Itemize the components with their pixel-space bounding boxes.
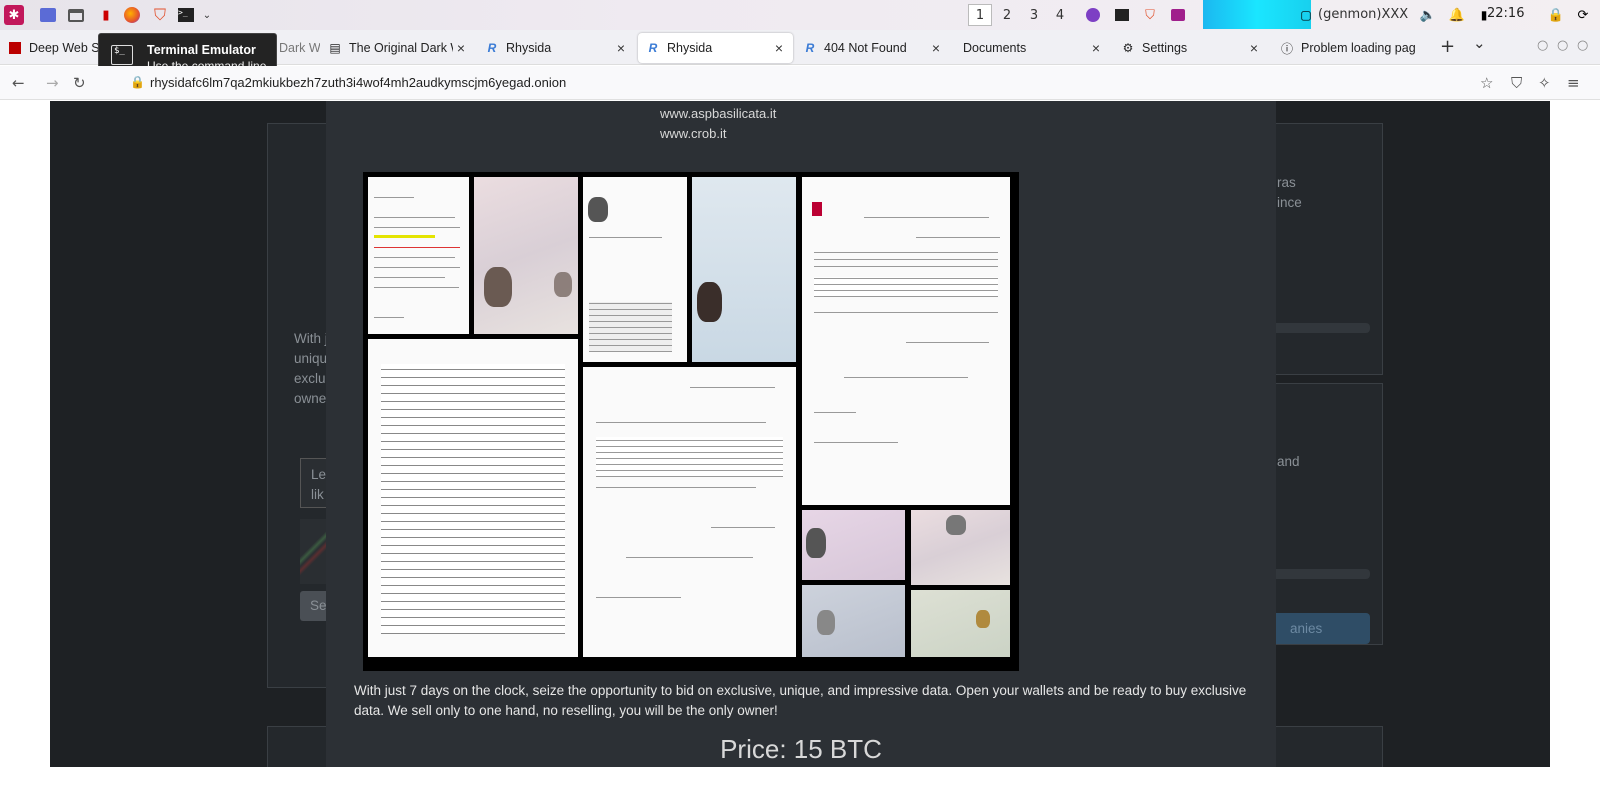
shield-icon[interactable]: ⛉ — [1511, 74, 1522, 92]
tab-original-dark-w[interactable]: ▤ The Original Dark W × — [320, 33, 475, 63]
tab-documents[interactable]: Documents × — [955, 33, 1110, 63]
rhysida-icon: R — [487, 41, 497, 55]
leak-description: With just 7 days on the clock, seize the… — [354, 683, 1247, 718]
app-menu-icon[interactable]: ✱ — [4, 5, 24, 25]
tab-label: 404 Not Found — [824, 41, 907, 55]
leaked-letter-image — [583, 367, 796, 657]
background-input-text: Le lik — [311, 467, 327, 502]
app-window-icon[interactable] — [1168, 5, 1188, 25]
leaked-documents-collage[interactable] — [363, 172, 1019, 671]
red-square-icon — [8, 41, 22, 55]
chevron-down-icon[interactable]: ⌄ — [1473, 34, 1486, 52]
tab-label: Settings — [1142, 41, 1188, 55]
page-viewport: With j uniqu exclu owne Le lik Se ras ince an… — [50, 101, 1550, 767]
terminal-icon[interactable]: >_ — [176, 5, 196, 25]
leaked-passport-image — [911, 590, 1010, 657]
background-text-right-2: and — [1277, 454, 1300, 469]
leaked-passport-image — [692, 177, 796, 362]
background-text-right-1: ras ince — [1277, 175, 1302, 210]
back-icon[interactable]: ← — [12, 74, 25, 92]
reload-icon[interactable]: ↻ — [73, 74, 86, 92]
system-panel: ✱ ▮ ⛉ >_ ⌄ 1 2 3 4 ⛉ ▢ (genmon)XXX 🔈 🔔 ▮… — [0, 0, 1600, 30]
tab-label: Documents — [963, 41, 1027, 55]
background-companies-button: anies — [1270, 613, 1370, 644]
close-icon[interactable]: × — [928, 40, 944, 56]
close-icon[interactable]: × — [613, 40, 629, 56]
close-icon[interactable]: × — [1246, 40, 1262, 56]
tab-label: Problem loading pag — [1301, 41, 1416, 55]
tab-label: Rhysida — [506, 41, 552, 55]
workspace-2[interactable]: 2 — [995, 4, 1019, 26]
workspace-4[interactable]: 4 — [1048, 4, 1072, 26]
extensions-icon[interactable]: ✧ — [1538, 74, 1551, 92]
site-lock-icon[interactable]: 🔒 — [130, 75, 145, 89]
power-icon[interactable]: ⟳ — [1573, 5, 1593, 25]
leaked-letter-image — [368, 177, 469, 334]
victim-link-1[interactable]: www.aspbasilicata.it — [660, 106, 776, 121]
tab-rhysida-active[interactable]: R Rhysida × — [638, 33, 793, 63]
terminal-icon: $_ — [111, 45, 133, 65]
brave-window-icon[interactable]: ⛉ — [1140, 5, 1160, 25]
leaked-table-form-image — [368, 339, 578, 657]
tab-settings[interactable]: ⚙ Settings × — [1113, 33, 1268, 63]
lock-icon[interactable]: 🔒 — [1546, 5, 1566, 25]
leaked-form-image — [802, 177, 1010, 505]
minimize-icon[interactable]: ○ — [1537, 38, 1548, 53]
window-icon: ▢ — [1300, 8, 1312, 22]
background-text-left: With j uniqu exclu owne — [294, 331, 328, 406]
tooltip-title: Terminal Emulator — [147, 43, 256, 57]
tab-404[interactable]: R 404 Not Found × — [795, 33, 950, 63]
leak-price: Price: 15 BTC — [720, 734, 882, 764]
new-tab-icon[interactable]: + — [1440, 36, 1455, 57]
maximize-icon[interactable]: ○ — [1557, 38, 1568, 53]
tor-icon[interactable] — [1083, 5, 1103, 25]
leaked-passport-image — [802, 585, 905, 657]
document-icon[interactable]: ▮ — [96, 5, 116, 25]
bookmark-star-icon[interactable]: ☆ — [1480, 74, 1493, 92]
workspace-3[interactable]: 3 — [1022, 4, 1046, 26]
close-icon[interactable]: × — [771, 40, 787, 56]
page-icon: ▤ — [329, 41, 341, 55]
rhysida-icon: R — [648, 41, 658, 55]
workspace-1[interactable]: 1 — [968, 4, 992, 26]
navigation-bar: ← → ↻ 🔒 rhysidafc6lm7qa2mkiukbezh7zuth3i… — [0, 66, 1600, 100]
desktop-icon[interactable] — [38, 5, 58, 25]
chevron-down-icon[interactable]: ⌄ — [197, 5, 217, 25]
genmon-label: (genmon)XXX — [1318, 7, 1409, 22]
brave-icon[interactable]: ⛉ — [150, 5, 170, 25]
leaked-passport-image — [474, 177, 578, 334]
rhysida-icon: R — [805, 41, 815, 55]
close-icon[interactable]: × — [453, 40, 469, 56]
tab-rhysida-1[interactable]: R Rhysida × — [477, 33, 635, 63]
firefox-icon[interactable] — [122, 5, 142, 25]
close-icon[interactable]: × — [1088, 40, 1104, 56]
victim-link-2[interactable]: www.crob.it — [660, 126, 726, 141]
clock[interactable]: 22:16 — [1487, 6, 1524, 21]
leak-modal: www.aspbasilicata.it www.crob.it With ju… — [326, 101, 1276, 767]
info-icon: ⓘ — [1280, 41, 1293, 56]
files-icon[interactable] — [66, 5, 86, 25]
tab-label: Rhysida — [667, 41, 713, 55]
volume-icon[interactable]: 🔈 — [1418, 5, 1438, 25]
terminal-window-icon[interactable] — [1112, 5, 1132, 25]
forward-icon[interactable]: → — [46, 74, 59, 92]
notification-bell-icon[interactable]: 🔔 — [1447, 5, 1467, 25]
gear-icon: ⚙ — [1122, 41, 1134, 55]
leaked-passport-image — [911, 510, 1010, 585]
leaked-id-card-image — [802, 510, 905, 580]
tab-label: The Original Dark W — [349, 41, 453, 55]
close-window-icon[interactable]: ○ — [1577, 38, 1588, 53]
url-bar[interactable]: rhysidafc6lm7qa2mkiukbezh7zuth3i4wof4mh2… — [150, 75, 566, 90]
menu-icon[interactable]: ≡ — [1567, 74, 1580, 92]
leaked-id-card-image — [583, 177, 687, 362]
tab-problem-loading[interactable]: ⓘ Problem loading pag — [1272, 33, 1427, 63]
network-graph — [1203, 0, 1311, 29]
